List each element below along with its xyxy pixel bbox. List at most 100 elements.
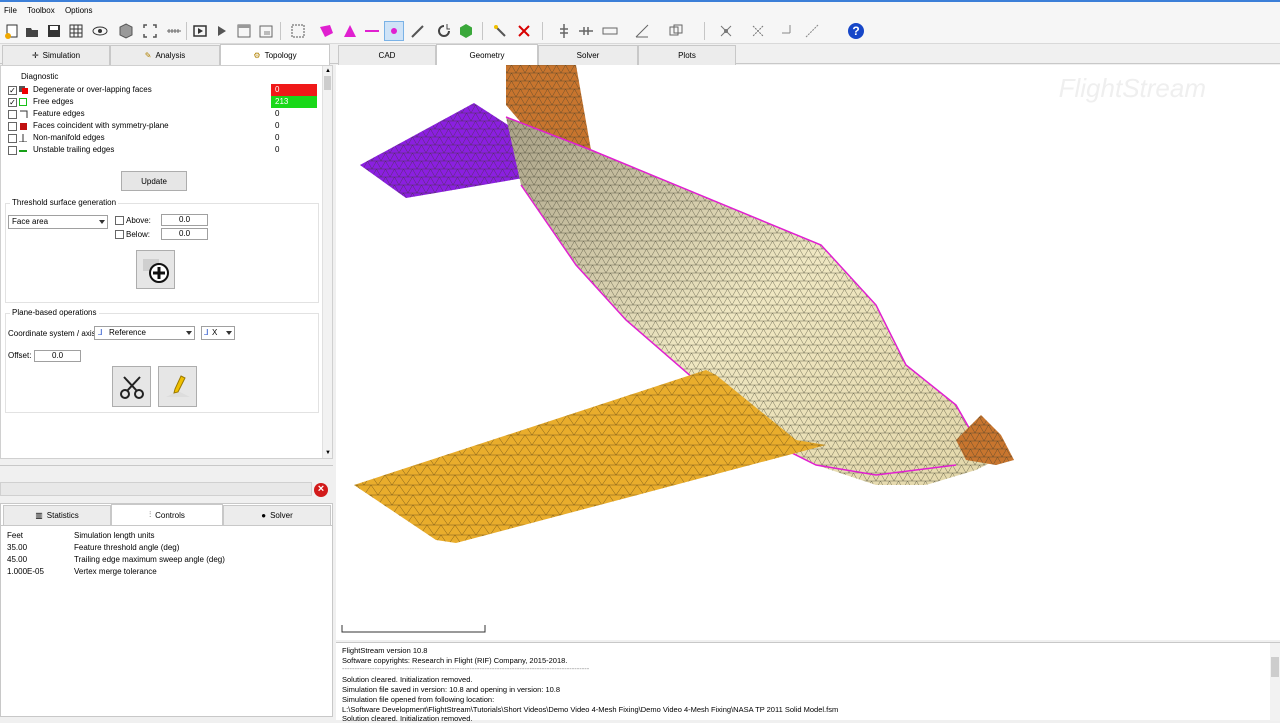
help-icon[interactable]: ? [846, 21, 866, 41]
status-badge: 213 [271, 96, 317, 108]
tab-topology[interactable]: ⚙ Topology [220, 44, 330, 65]
pink-shape-icon[interactable] [316, 21, 336, 41]
hexagon-icon[interactable] [456, 21, 476, 41]
tab-controls[interactable]: ⫶ Controls [111, 504, 223, 525]
menu-toolbox[interactable]: Toolbox [23, 2, 59, 15]
cut-button[interactable] [112, 366, 151, 407]
svg-text:?: ? [852, 24, 859, 38]
axis-select[interactable]: ⅃ X [201, 326, 235, 340]
copy-icon[interactable] [666, 21, 686, 41]
scroll-down-icon[interactable]: ▼ [325, 450, 331, 456]
add-threshold-button[interactable] [136, 250, 175, 289]
delete-icon[interactable] [514, 21, 534, 41]
geometry-viewport[interactable]: FlightStream [336, 65, 1280, 640]
diagnostic-section: Diagnostic ✓ Degenerate or over-lapping … [5, 70, 321, 156]
control-value[interactable]: Feet [7, 531, 23, 540]
panel-scrollbar[interactable]: ▲ ▼ [322, 66, 332, 458]
window-icon[interactable] [234, 21, 254, 41]
above-input[interactable]: 0.0 [161, 214, 208, 226]
console-line: Solution cleared. Initialization removed… [342, 714, 473, 723]
scroll-thumb[interactable] [324, 76, 331, 90]
split-vertical-icon[interactable] [554, 21, 574, 41]
align-plane-button[interactable] [158, 366, 197, 407]
diag-checkbox[interactable] [8, 122, 17, 131]
measure-icon[interactable] [600, 21, 620, 41]
save-icon[interactable] [44, 21, 64, 41]
record-icon[interactable] [190, 21, 210, 41]
edge-icon[interactable] [778, 21, 798, 41]
select-icon[interactable] [288, 21, 308, 41]
simulation-icon: ✛ [31, 51, 39, 60]
chevron-down-icon [99, 220, 105, 224]
edge2-icon[interactable] [802, 21, 822, 41]
diag-checkbox[interactable]: ✓ [8, 98, 17, 107]
split-horizontal-icon[interactable] [576, 21, 596, 41]
coord-label: Coordinate system / axis: [8, 329, 98, 338]
below-input[interactable]: 0.0 [161, 228, 208, 240]
console-line: L:\Software Development\FlightStream\Tut… [342, 705, 839, 714]
tab-simulation[interactable]: ✛ Simulation [2, 45, 110, 65]
control-value[interactable]: 1.000E-05 [7, 567, 44, 576]
open-icon[interactable] [22, 21, 42, 41]
left-tab-bar: ✛ Simulation ✎ Analysis ⚙ Topology [0, 44, 336, 65]
axes-icon: ⅃ [98, 328, 103, 337]
axis-icon: ⅃ [204, 328, 209, 337]
ruler-icon[interactable] [164, 21, 184, 41]
output-console[interactable]: FlightStream version 10.8 Software copyr… [336, 642, 1280, 723]
control-desc: Vertex merge tolerance [74, 567, 157, 576]
tab-solver[interactable]: Solver [538, 45, 638, 65]
close-icon[interactable]: × [314, 483, 328, 497]
scroll-up-icon[interactable]: ▲ [325, 68, 331, 74]
offset-input[interactable]: 0.0 [34, 350, 81, 362]
pen-icon[interactable] [408, 21, 428, 41]
eye-icon[interactable] [90, 21, 110, 41]
node-merge-icon[interactable] [748, 21, 768, 41]
point-icon[interactable] [384, 21, 404, 41]
diag-row: Faces coincident with symmetry-plane 0 [5, 120, 321, 132]
menu-options[interactable]: Options [61, 2, 97, 15]
triangle-icon[interactable] [340, 21, 360, 41]
aircraft-mesh[interactable]: FlightStream [336, 65, 1280, 640]
grid-icon[interactable] [66, 21, 86, 41]
refresh-icon[interactable] [434, 21, 454, 41]
tab-geometry[interactable]: Geometry [436, 44, 538, 65]
above-checkbox[interactable] [115, 216, 124, 225]
threshold-type-select[interactable]: Face area [8, 215, 108, 229]
tab-plots[interactable]: Plots [638, 45, 736, 65]
below-label: Below: [126, 230, 151, 239]
below-checkbox[interactable] [115, 230, 124, 239]
window2-icon[interactable] [256, 21, 276, 41]
diag-checkbox[interactable] [8, 110, 17, 119]
tab-analysis[interactable]: ✎ Analysis [110, 45, 220, 65]
threshold-group: Threshold surface generation Face area A… [5, 198, 319, 303]
threshold-title: Threshold surface generation [10, 198, 119, 207]
diag-checkbox[interactable] [8, 146, 17, 155]
console-line: Simulation file saved in version: 10.8 a… [342, 685, 561, 694]
console-scrollbar[interactable] [1270, 643, 1280, 721]
tab-solver-bottom[interactable]: ● Solver [223, 505, 331, 525]
coord-system-select[interactable]: ⅃ Reference [94, 326, 195, 340]
line-icon[interactable] [362, 21, 382, 41]
control-value[interactable]: 35.00 [7, 543, 27, 552]
control-value[interactable]: 45.00 [7, 555, 27, 564]
cube-icon[interactable] [116, 21, 136, 41]
wand-icon[interactable] [490, 21, 510, 41]
console-scroll-thumb[interactable] [1271, 657, 1279, 677]
tab-cad[interactable]: CAD [338, 45, 436, 65]
play-icon[interactable] [212, 21, 232, 41]
diag-row: Non-manifold edges 0 [5, 132, 321, 144]
angle-icon[interactable] [632, 21, 652, 41]
diag-checkbox[interactable]: ✓ [8, 86, 17, 95]
menu-file[interactable]: File [0, 2, 21, 15]
add-circle-icon [142, 258, 169, 283]
fit-icon[interactable] [140, 21, 160, 41]
update-button[interactable]: Update [121, 171, 187, 191]
splitter[interactable] [0, 462, 333, 466]
new-icon[interactable] [2, 21, 22, 41]
trailing-edge-icon [19, 150, 27, 152]
node-x-icon[interactable] [716, 21, 736, 41]
diag-checkbox[interactable] [8, 134, 17, 143]
topology-panel: ▲ ▼ Diagnostic ✓ Degenerate or over-lapp… [0, 65, 333, 459]
status-badge: 0 [271, 84, 317, 96]
tab-statistics[interactable]: ▥ Statistics [3, 505, 111, 525]
